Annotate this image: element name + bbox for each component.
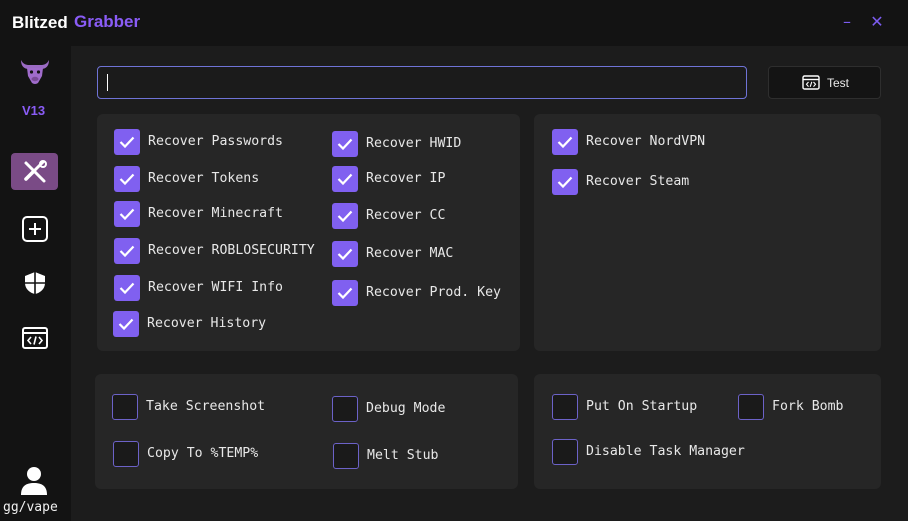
option-label: Debug Mode bbox=[366, 401, 446, 416]
shield-icon bbox=[24, 271, 45, 294]
checkbox-unchecked[interactable] bbox=[552, 439, 578, 465]
checkbox-checked[interactable] bbox=[332, 131, 358, 157]
checkbox-checked[interactable] bbox=[114, 166, 140, 192]
checkbox-checked[interactable] bbox=[332, 280, 358, 306]
text-caret bbox=[107, 74, 108, 91]
checkmark-icon bbox=[557, 136, 573, 149]
checkbox-unchecked[interactable] bbox=[112, 394, 138, 420]
checkmark-icon bbox=[337, 173, 353, 186]
option-label: Recover Tokens bbox=[148, 171, 260, 186]
misc-panel-right bbox=[534, 374, 881, 489]
close-button[interactable]: ✕ bbox=[869, 14, 885, 30]
option-label: Recover MAC bbox=[366, 246, 454, 261]
checkmark-icon bbox=[337, 248, 353, 261]
option-label: Recover IP bbox=[366, 171, 446, 186]
checkbox-checked[interactable] bbox=[114, 238, 140, 264]
option-label: Copy To %TEMP% bbox=[147, 446, 259, 461]
option-label: Recover Steam bbox=[586, 174, 690, 189]
webhook-input[interactable] bbox=[97, 66, 747, 99]
option-label: Recover Passwords bbox=[148, 134, 283, 149]
user-label: gg/vape bbox=[3, 500, 58, 515]
checkbox-checked[interactable] bbox=[332, 166, 358, 192]
checkbox-checked[interactable] bbox=[114, 129, 140, 155]
checkmark-icon bbox=[337, 287, 353, 300]
checkbox-checked[interactable] bbox=[332, 203, 358, 229]
checkmark-icon bbox=[119, 282, 135, 295]
recover-panel-right bbox=[534, 114, 881, 351]
version-label: V13 bbox=[22, 103, 46, 118]
checkbox-unchecked[interactable] bbox=[333, 443, 359, 469]
plus-square-icon bbox=[21, 215, 48, 242]
checkbox-checked[interactable] bbox=[114, 201, 140, 227]
checkbox-checked[interactable] bbox=[113, 311, 139, 337]
checkmark-icon bbox=[119, 173, 135, 186]
option-label: Recover Prod. Key bbox=[366, 285, 501, 300]
code-window-icon bbox=[21, 326, 48, 349]
checkbox-unchecked[interactable] bbox=[738, 394, 764, 420]
nav-builder[interactable] bbox=[11, 153, 58, 190]
checkmark-icon bbox=[118, 318, 134, 331]
option-label: Recover Minecraft bbox=[148, 206, 283, 221]
option-label: Recover ROBLOSECURITY bbox=[148, 243, 315, 258]
test-button-label: Test bbox=[827, 76, 850, 90]
option-label: Fork Bomb bbox=[772, 399, 844, 414]
checkmark-icon bbox=[119, 136, 135, 149]
option-label: Put On Startup bbox=[586, 399, 698, 414]
checkbox-checked[interactable] bbox=[332, 241, 358, 267]
option-label: Recover NordVPN bbox=[586, 134, 706, 149]
option-label: Recover CC bbox=[366, 208, 446, 223]
bull-head-icon bbox=[21, 60, 49, 84]
checkmark-icon bbox=[119, 208, 135, 221]
app-title: Blitzed bbox=[12, 13, 68, 32]
checkbox-checked[interactable] bbox=[552, 129, 578, 155]
nav-add[interactable] bbox=[11, 210, 58, 247]
title-bar: Blitzed Grabber – ✕ bbox=[0, 0, 908, 46]
app-title-accent: Grabber bbox=[74, 12, 141, 31]
checkbox-checked[interactable] bbox=[552, 169, 578, 195]
checkbox-unchecked[interactable] bbox=[332, 396, 358, 422]
option-label: Melt Stub bbox=[367, 448, 439, 463]
option-label: Disable Task Manager bbox=[586, 444, 745, 459]
checkmark-icon bbox=[337, 138, 353, 151]
checkmark-icon bbox=[119, 245, 135, 258]
nav-code[interactable] bbox=[11, 319, 58, 356]
checkbox-unchecked[interactable] bbox=[552, 394, 578, 420]
checkbox-checked[interactable] bbox=[114, 275, 140, 301]
tools-icon bbox=[23, 159, 47, 182]
checkmark-icon bbox=[337, 210, 353, 223]
user-icon[interactable] bbox=[20, 466, 48, 496]
option-label: Recover History bbox=[147, 316, 267, 331]
misc-panel-left bbox=[95, 374, 518, 489]
option-label: Recover HWID bbox=[366, 136, 462, 151]
option-label: Take Screenshot bbox=[146, 399, 266, 414]
checkbox-unchecked[interactable] bbox=[113, 441, 139, 467]
minimize-button[interactable]: – bbox=[839, 14, 855, 30]
test-button[interactable]: Test bbox=[768, 66, 881, 99]
nav-protection[interactable] bbox=[11, 264, 58, 301]
code-window-icon bbox=[802, 75, 820, 90]
option-label: Recover WIFI Info bbox=[148, 280, 283, 295]
checkmark-icon bbox=[557, 176, 573, 189]
